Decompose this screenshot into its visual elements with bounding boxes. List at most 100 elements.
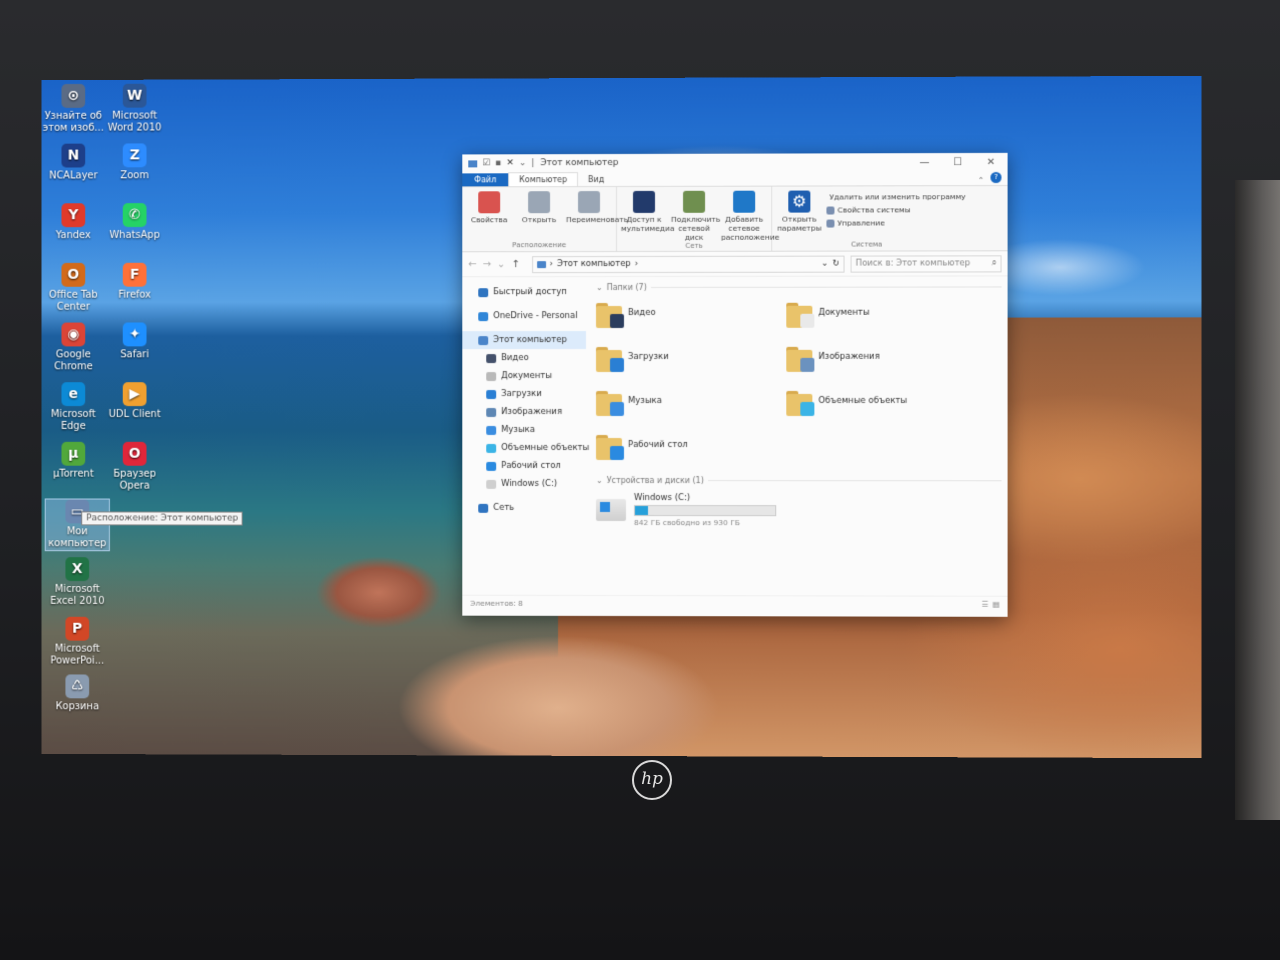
ribbon-button-location-1[interactable]: Открыть xyxy=(516,189,562,241)
desktop-shortcut-zoom[interactable]: Z Zoom xyxy=(103,143,166,182)
ribbon-button-network-0[interactable]: Доступ к мультимедиа xyxy=(621,189,667,242)
desktop-shortcut-utorrent[interactable]: µ µTorrent xyxy=(42,442,105,481)
ribbon-group-system: ⚙ Открыть параметры Удалить или изменить… xyxy=(772,186,961,251)
folders-section-header[interactable]: ⌄ Папки (7) xyxy=(596,282,1002,292)
ribbon-button-location-0[interactable]: Свойства xyxy=(466,189,512,241)
properties-icon[interactable]: ☑ xyxy=(482,158,490,168)
zoom-icon: Z xyxy=(123,143,147,167)
documents-folder-icon xyxy=(786,298,812,328)
desktop-shortcut-word[interactable]: W Microsoft Word 2010 xyxy=(103,84,166,135)
screen: ⊙ Узнайте об этом изоб... W Microsoft Word … xyxy=(42,76,1202,758)
address-input[interactable]: › Этот компьютер › ⌄ ↻ xyxy=(532,255,845,273)
desktop-shortcut-ncalayer[interactable]: N NCALayer xyxy=(42,144,105,183)
window-controls: — ☐ ✕ xyxy=(908,156,1008,167)
group-caption-network: Сеть xyxy=(621,242,767,252)
quick-access-toolbar: ☑ ▪ ✕ ⌄ | xyxy=(468,158,534,168)
file-explorer-window[interactable]: ☑ ▪ ✕ ⌄ | Этот компьютер — ☐ ✕ Файл Комп… xyxy=(462,153,1007,617)
recent-icon[interactable]: ⌄ xyxy=(497,259,511,270)
folder-downloads[interactable]: Загрузки xyxy=(596,340,786,374)
desktop-shortcut-chrome[interactable]: ◉ Google Chrome xyxy=(42,323,105,374)
desktop-shortcut-opera[interactable]: O Браузер Opera xyxy=(103,442,166,493)
chevron-down-icon[interactable]: ⌄ xyxy=(519,158,527,168)
desktop-shortcut-office-tab[interactable]: O Office Tab Center xyxy=(42,263,105,314)
details-view-icon[interactable]: ☰ xyxy=(982,599,989,608)
tiles-view-icon[interactable]: ▦ xyxy=(992,599,999,608)
system-properties-link[interactable]: Свойства системы xyxy=(826,205,957,214)
ribbon-group-location: Свойства Открыть Переименовать Расположени… xyxy=(462,187,617,251)
nav-documents[interactable]: Документы xyxy=(462,367,586,385)
back-icon[interactable]: ← xyxy=(468,259,482,270)
maximize-button[interactable]: ☐ xyxy=(941,156,974,167)
refresh-icon[interactable]: ↻ xyxy=(832,259,839,269)
desktop-shortcut-powerpoint[interactable]: P Microsoft PowerPoi... xyxy=(46,617,109,668)
desktop-shortcut-firefox[interactable]: F Firefox xyxy=(103,263,166,302)
ribbon-button-label: Добавить сетевое расположение xyxy=(721,215,779,242)
folder-pictures[interactable]: Изображения xyxy=(786,340,977,374)
ribbon-button-network-2[interactable]: Добавить сетевое расположение xyxy=(721,189,767,242)
desktop-shortcut-edge[interactable]: e Microsoft Edge xyxy=(42,382,105,433)
folder-3d-objects[interactable]: Объемные объекты xyxy=(786,384,977,418)
tab-view[interactable]: Вид xyxy=(578,173,614,186)
delete-icon[interactable]: ✕ xyxy=(506,158,514,168)
open-settings-button[interactable]: ⚙ Открыть параметры xyxy=(776,188,822,240)
desktop-tooltip: Расположение: Этот компьютер xyxy=(81,511,243,525)
desktop-shortcut-yandex[interactable]: Y Yandex xyxy=(42,203,105,242)
forward-icon[interactable]: → xyxy=(483,259,497,270)
minimize-button[interactable]: — xyxy=(908,157,941,168)
word-icon: W xyxy=(123,84,147,108)
desktop-shortcut-about-image[interactable]: ⊙ Узнайте об этом изоб... xyxy=(42,84,105,135)
help-icon[interactable]: ? xyxy=(990,172,1001,183)
nav-desktop[interactable]: Рабочий стол xyxy=(462,457,586,475)
drive-windows-c[interactable]: Windows (C:) 842 ГБ свободно из 930 ГБ xyxy=(596,493,1002,527)
nav-downloads[interactable]: Загрузки xyxy=(462,385,586,403)
desktop-shortcut-label: Office Tab Center xyxy=(49,290,98,313)
desktop-shortcut-recycle-bin[interactable]: ♺ Корзина xyxy=(46,674,109,713)
nav-network[interactable]: Сеть xyxy=(462,499,586,517)
drive-free-space: 842 ГБ свободно из 930 ГБ xyxy=(634,518,776,527)
close-button[interactable]: ✕ xyxy=(974,156,1007,167)
ribbon-network-0-icon xyxy=(633,191,655,213)
manage-link[interactable]: Управление xyxy=(826,218,957,227)
drive-info: Windows (C:) 842 ГБ свободно из 930 ГБ xyxy=(634,493,776,527)
nav-music[interactable]: Музыка xyxy=(462,421,586,439)
3d-objects-icon xyxy=(486,443,496,452)
tab-file[interactable]: Файл xyxy=(462,173,508,186)
tab-computer[interactable]: Компьютер xyxy=(508,172,578,186)
folder-videos[interactable]: Видео xyxy=(596,296,786,330)
navigation-pane: Быстрый доступ OneDrive - Personal Этот ко… xyxy=(462,277,586,595)
uninstall-program-link[interactable]: Удалить или изменить программу xyxy=(826,192,957,201)
downloads-folder-icon xyxy=(596,342,622,372)
nav-videos[interactable]: Видео xyxy=(462,349,586,367)
nav-label: Музыка xyxy=(501,425,535,435)
desktop-shortcut-whatsapp[interactable]: ✆ WhatsApp xyxy=(103,203,166,242)
nav-this-pc[interactable]: Этот компьютер xyxy=(462,331,586,349)
up-icon[interactable]: ↑ xyxy=(511,259,525,270)
new-folder-icon[interactable]: ▪ xyxy=(495,158,501,168)
folder-music[interactable]: Музыка xyxy=(596,384,786,418)
manage-label: Управление xyxy=(837,218,884,227)
desktop-shortcut-excel[interactable]: X Microsoft Excel 2010 xyxy=(46,557,109,608)
search-input[interactable]: Поиск в: Этот компьютер ⌕ xyxy=(851,255,1002,272)
explorer-titlebar[interactable]: ☑ ▪ ✕ ⌄ | Этот компьютер — ☐ ✕ xyxy=(462,153,1007,173)
excel-icon: X xyxy=(65,557,89,581)
ribbon-button-network-1[interactable]: Подключить сетевой диск xyxy=(671,189,717,242)
nav-onedrive[interactable]: OneDrive - Personal xyxy=(462,307,586,325)
ribbon-button-location-2[interactable]: Переименовать xyxy=(566,189,612,241)
desktop-shortcut-label: Firefox xyxy=(118,290,151,301)
ribbon-network-1-icon xyxy=(683,191,705,213)
nav-quick-access[interactable]: Быстрый доступ xyxy=(462,283,586,301)
collapse-ribbon-icon[interactable]: ⌃ xyxy=(978,176,985,185)
nav-pictures[interactable]: Изображения xyxy=(462,403,586,421)
nav-label: Изображения xyxy=(501,407,562,417)
nav-windows-c[interactable]: Windows (C:) xyxy=(462,475,586,493)
desktop-shortcut-safari[interactable]: ✦ Safari xyxy=(103,322,166,361)
breadcrumb[interactable]: Этот компьютер xyxy=(557,259,631,269)
search-icon[interactable]: ⌕ xyxy=(992,258,997,268)
chevron-down-icon: ⌄ xyxy=(596,476,603,485)
nav-3d-objects[interactable]: Объемные объекты xyxy=(462,439,586,457)
devices-section-header[interactable]: ⌄ Устройства и диски (1) xyxy=(596,476,1002,485)
desktop-shortcut-udl-client[interactable]: ▶ UDL Client xyxy=(103,382,166,421)
chevron-down-icon[interactable]: ⌄ xyxy=(821,259,828,269)
folder-desktop[interactable]: Рабочий стол xyxy=(596,428,786,462)
folder-documents[interactable]: Документы xyxy=(786,296,977,330)
